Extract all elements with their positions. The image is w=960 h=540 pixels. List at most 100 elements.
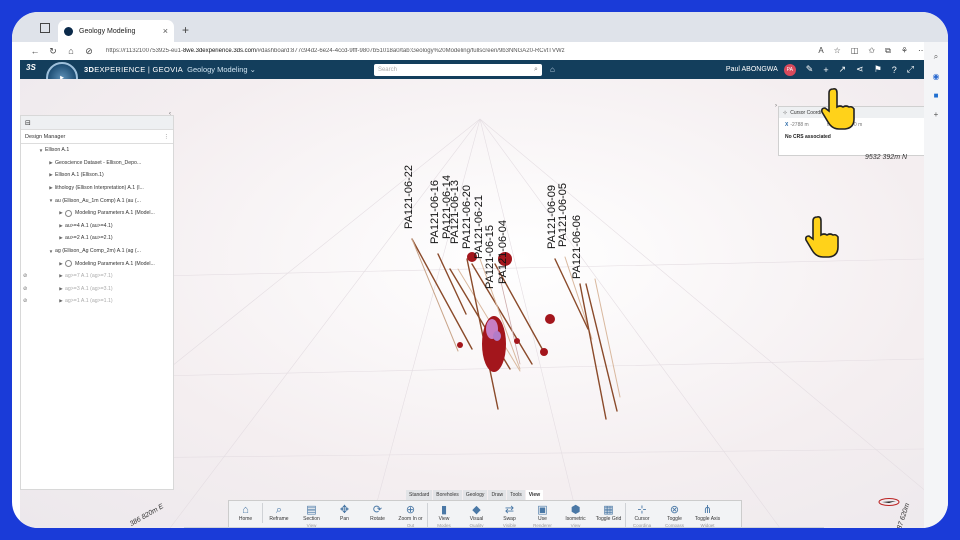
expand-toggle-icon[interactable]: ▶ bbox=[47, 185, 55, 191]
tree-item[interactable]: ▼ au (Ellison_Au_1m Comp) A.1 (au (... bbox=[21, 194, 173, 207]
horizontal-scrollbar[interactable] bbox=[184, 527, 824, 528]
tree-item[interactable]: ⊘ ▶ ag>=7 A.1 (ag>=7.1) bbox=[21, 270, 173, 283]
add-icon[interactable]: + bbox=[823, 65, 828, 75]
tree-item-label: ag>=3 A.1 (ag>=3.1) bbox=[65, 285, 113, 292]
share-icon[interactable]: ⋖ bbox=[856, 64, 864, 75]
favorites-icon[interactable]: ✩ bbox=[868, 46, 875, 56]
tree-item[interactable]: ▶ Modeling Parameters A.1 (Model... bbox=[21, 257, 173, 270]
hidden-eye-icon[interactable]: ⊘ bbox=[23, 286, 27, 292]
tag-icon[interactable]: ⌂ bbox=[550, 65, 555, 74]
tree-item[interactable]: ▶ Modeling Parameters A.1 (Model... bbox=[21, 207, 173, 220]
toolbar-button-home[interactable]: ⌂ Home bbox=[229, 503, 262, 523]
help-icon[interactable]: ? bbox=[892, 65, 897, 75]
search-icon[interactable]: ⌕ bbox=[534, 66, 538, 74]
expand-toggle-icon[interactable]: ▼ bbox=[37, 148, 45, 153]
toolbar-button-swap-visible[interactable]: ⇄ Swap Visible bbox=[493, 503, 526, 528]
toolbar-tab[interactable]: Boreholes bbox=[433, 490, 462, 500]
expand-toggle-icon[interactable]: ▶ bbox=[47, 160, 55, 166]
new-tab-icon[interactable]: + bbox=[182, 23, 189, 37]
toolbar-button-view-modes[interactable]: ▮ View Modes bbox=[427, 503, 460, 528]
cursor-coordinates-icon: ⊹ bbox=[637, 504, 647, 516]
expand-toggle-icon[interactable]: ▼ bbox=[47, 198, 55, 203]
toolbar-tab[interactable]: View bbox=[525, 490, 544, 500]
toolbar-button-use-renderer[interactable]: ▣ Use Renderer bbox=[526, 503, 559, 528]
toolbar-button-visual-quality[interactable]: ◆ Visual Quality bbox=[460, 503, 493, 528]
collections-icon[interactable]: ⧉ bbox=[885, 46, 891, 56]
fullscreen-icon[interactable]: ⤢ bbox=[907, 64, 914, 75]
expand-toggle-icon[interactable]: ▶ bbox=[57, 235, 65, 241]
toolbar-button-zoom[interactable]: ⊕ Zoom In or Out bbox=[394, 503, 427, 528]
avatar[interactable]: PA bbox=[783, 63, 796, 76]
refresh-icon[interactable]: ↻ bbox=[44, 46, 62, 57]
site-info-icon[interactable]: ⊘ bbox=[80, 46, 98, 57]
home-browser-icon[interactable]: ⌂ bbox=[62, 46, 80, 56]
copilot-icon[interactable]: ◉ bbox=[924, 72, 948, 81]
kebab-menu-icon[interactable]: ⋮ bbox=[164, 134, 170, 140]
visual-quality-icon: ◆ bbox=[472, 504, 481, 516]
toolbar-button-cursor-coordinates[interactable]: ⊹ Cursor Coordina bbox=[625, 503, 658, 528]
toolbar-tab[interactable]: Tools bbox=[507, 490, 525, 500]
toolbar-tab[interactable]: Standard bbox=[406, 490, 433, 500]
toolbar-button-compass[interactable]: ⊗ Toggle Compass bbox=[658, 503, 691, 528]
tree-item[interactable]: ▶ Ellison A.1 (Ellison.1) bbox=[21, 169, 173, 182]
tab-close-icon[interactable]: × bbox=[163, 26, 168, 36]
search-sidebar-icon[interactable]: ⌕ bbox=[924, 52, 948, 62]
3d-viewer[interactable]: PA121-06-22 PA121-06-16 PA121-06-14 PA121-0… bbox=[20, 79, 924, 528]
expand-toggle-icon[interactable]: ▼ bbox=[47, 249, 55, 254]
expand-toggle-icon[interactable]: ▶ bbox=[57, 210, 65, 216]
extensions-icon[interactable]: ⚘ bbox=[901, 46, 908, 56]
design-manager-panel[interactable]: ‹ ⊟ Design Manager ⋮ ▼ Ellison A.1 ▶ Geosci… bbox=[20, 111, 174, 490]
communities-icon[interactable]: ⚑ bbox=[874, 64, 882, 75]
outlook-icon[interactable]: ■ bbox=[924, 91, 948, 100]
url-field[interactable]: https://r1132100753925-eu1-8we.3dexperie… bbox=[106, 48, 818, 54]
tree-item[interactable]: ▼ Ellison A.1 bbox=[21, 144, 173, 157]
search-input[interactable]: Search ⌕ bbox=[373, 63, 542, 76]
toolbar-button-reframe[interactable]: ⌕ Reframe bbox=[262, 503, 295, 523]
tree-item-label: au (Ellison_Au_1m Comp) A.1 (au (... bbox=[55, 197, 141, 204]
hidden-eye-icon[interactable]: ⊘ bbox=[23, 298, 27, 304]
expand-toggle-icon[interactable]: ▶ bbox=[47, 172, 55, 178]
tab-actions-icon[interactable] bbox=[40, 23, 50, 33]
expand-icon[interactable]: › bbox=[775, 103, 777, 109]
tree-item[interactable]: ▶ Geoscience Dataset - Ellison_Depo... bbox=[21, 157, 173, 170]
toolbar-button-isometric-view[interactable]: ⬢ Isometric View bbox=[559, 503, 592, 528]
favorite-star-icon[interactable]: ☆ bbox=[834, 46, 841, 56]
add-sidebar-icon[interactable]: + bbox=[924, 110, 948, 119]
tree-view-icon[interactable]: ⊟ bbox=[21, 116, 173, 130]
expand-toggle-icon[interactable]: ▶ bbox=[57, 286, 65, 292]
expand-toggle-icon[interactable]: ▶ bbox=[57, 273, 65, 279]
share-arrow-icon[interactable]: ↗ bbox=[839, 64, 847, 75]
expand-toggle-icon[interactable]: ▶ bbox=[57, 261, 65, 267]
split-screen-icon[interactable]: ◫ bbox=[851, 46, 859, 56]
read-aloud-icon[interactable]: A bbox=[818, 46, 823, 56]
back-icon[interactable]: ← bbox=[26, 46, 44, 56]
expand-toggle-icon[interactable]: ▶ bbox=[57, 298, 65, 304]
browser-tab[interactable]: Geology Modeling × bbox=[58, 20, 174, 42]
tree-item-label: ag (Ellison_Ag Comp_2m) A.1 (ag (... bbox=[55, 248, 141, 255]
browser-sidebar: ⌕ ◉ ■ + bbox=[924, 42, 948, 528]
tree-item[interactable]: ▶ au>=2 A.1 (au>=2.1) bbox=[21, 232, 173, 245]
toolbar-tab[interactable]: Draw bbox=[488, 490, 507, 500]
hidden-eye-icon[interactable]: ⊘ bbox=[23, 273, 27, 279]
toolbar-button-pan[interactable]: ✥ Pan bbox=[328, 503, 361, 523]
tree-item[interactable]: ▼ ag (Ellison_Ag Comp_2m) A.1 (ag (... bbox=[21, 245, 173, 258]
toolbar-button-section-view[interactable]: ▤ Section View bbox=[295, 503, 328, 528]
toolbar-button-label: Home bbox=[238, 516, 253, 522]
collapse-panel-icon[interactable]: ‹ bbox=[169, 111, 171, 117]
tree-item[interactable]: ▶ au>=4 A.1 (au>=4.1) bbox=[21, 220, 173, 233]
toolbar-tab[interactable]: Geology bbox=[462, 490, 488, 500]
tree-item[interactable]: ▶ lithology (Ellison Interpretation) A.1 … bbox=[21, 182, 173, 195]
grid-icon: ▦ bbox=[603, 504, 614, 516]
toolbar-button-axis-widget[interactable]: ⋔ Toggle Axis Widget bbox=[691, 503, 724, 528]
drillhole-labels: PA121-06-22 PA121-06-16 PA121-06-14PA121-0… bbox=[403, 165, 583, 289]
toolbar-button-grid[interactable]: ▦ Toggle Grid bbox=[592, 503, 625, 523]
app-name-menu[interactable]: Geology Modeling ⌄ bbox=[187, 65, 256, 74]
tree-item-label: ag>=7 A.1 (ag>=7.1) bbox=[65, 273, 113, 280]
user-name[interactable]: Paul ABONGWA bbox=[726, 66, 778, 73]
tree-item[interactable]: ⊘ ▶ ag>=1 A.1 (ag>=1.1) bbox=[21, 295, 173, 308]
toolbar-button-rotate[interactable]: ⟳ Rotate bbox=[361, 503, 394, 523]
tree-item[interactable]: ⊘ ▶ ag>=3 A.1 (ag>=3.1) bbox=[21, 283, 173, 296]
drillhole-label: PA121-06-05 bbox=[557, 183, 569, 247]
expand-toggle-icon[interactable]: ▶ bbox=[57, 223, 65, 229]
notifications-icon[interactable]: ✎ bbox=[806, 64, 814, 75]
